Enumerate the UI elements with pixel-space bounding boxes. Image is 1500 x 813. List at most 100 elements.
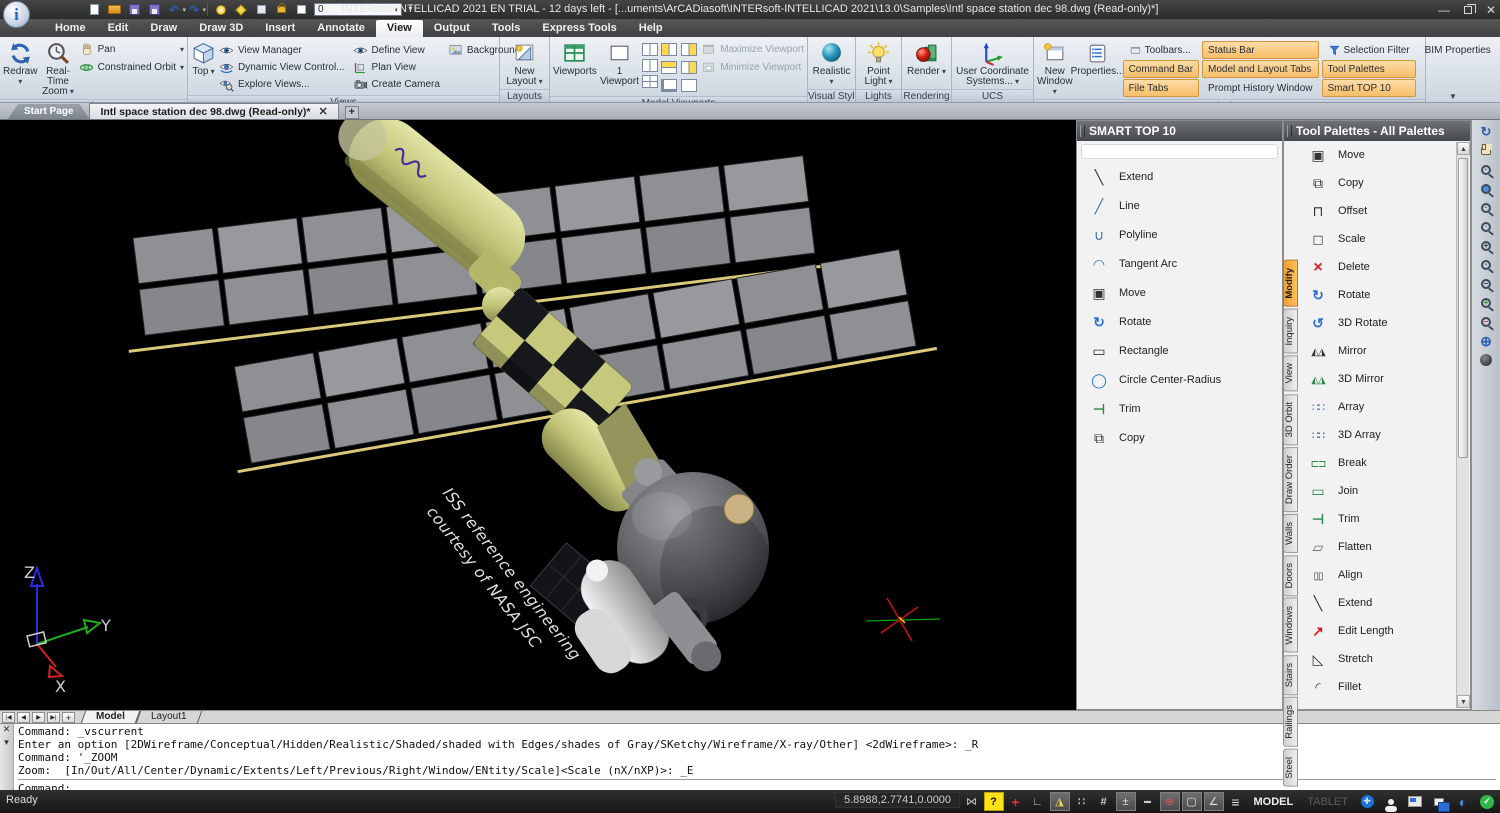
new-window-button[interactable]: New Window	[1037, 39, 1073, 97]
menu-tab[interactable]: Draw 3D	[188, 20, 254, 37]
bim-properties-button[interactable]: BIM Properties	[1419, 41, 1497, 59]
join-viewports-button[interactable]	[681, 61, 697, 74]
orbit-icon[interactable]	[1474, 350, 1498, 369]
plan-view-button[interactable]: Plan View	[353, 59, 440, 76]
smart-tool-item[interactable]: Polyline	[1077, 220, 1282, 249]
lwt-icon[interactable]	[1138, 792, 1158, 811]
palette-tool-item[interactable]: Move	[1300, 141, 1456, 169]
create-camera-button[interactable]: Create Camera	[353, 76, 440, 93]
ucs-toggle-icon[interactable]	[1160, 792, 1180, 811]
scrollbar-thumb[interactable]	[1458, 158, 1468, 458]
maximize-viewport-button[interactable]: Maximize Viewport	[701, 42, 804, 57]
toggle-model-layout-tabs[interactable]: Model and Layout Tabs	[1202, 60, 1318, 78]
save-as-icon[interactable]	[146, 2, 162, 17]
zoom-realtime-icon[interactable]	[1474, 160, 1498, 179]
palette-tool-item[interactable]: Stretch	[1300, 645, 1456, 673]
redraw-icon[interactable]	[1474, 122, 1498, 141]
prev-sheet-icon[interactable]: ◀	[17, 712, 30, 723]
palette-tool-item[interactable]: Array	[1300, 393, 1456, 421]
zoom-entity-icon[interactable]	[1474, 255, 1498, 274]
open-file-icon[interactable]	[106, 2, 122, 17]
tab-document[interactable]: Intl space station dec 98.dwg (Read-only…	[89, 103, 338, 119]
palette-tool-item[interactable]: Join	[1300, 477, 1456, 505]
join-viewports-button[interactable]	[661, 43, 677, 56]
crosshair-icon[interactable]	[1006, 792, 1026, 811]
new-sheet-icon[interactable]: +	[62, 712, 75, 723]
palette-tool-item[interactable]: Rotate	[1300, 281, 1456, 309]
palette-tool-item[interactable]: Mirror	[1300, 337, 1456, 365]
coordinates-display[interactable]: 5.8988,2.7741,0.0000	[835, 792, 960, 808]
toggle-status-bar[interactable]: Status Bar	[1202, 41, 1318, 59]
minimize-ribbon-button[interactable]: ▼	[1446, 92, 1460, 102]
join-viewports-button[interactable]	[681, 43, 697, 56]
snap-marker-icon[interactable]	[962, 792, 982, 811]
angle-icon[interactable]	[1204, 792, 1224, 811]
render-button[interactable]: Render	[905, 39, 948, 87]
smart-tool-item[interactable]: Copy	[1077, 423, 1282, 452]
zoom-center-icon[interactable]	[1474, 198, 1498, 217]
save-icon[interactable]	[126, 2, 142, 17]
polygonal-viewport-button[interactable]	[661, 79, 677, 92]
esnap-icon[interactable]	[1072, 792, 1092, 811]
menu-tab[interactable]: Edit	[97, 20, 140, 37]
menu-tab[interactable]: Express Tools	[531, 20, 627, 37]
redraw-button[interactable]: Redraw	[3, 39, 37, 97]
menu-tab[interactable]: Annotate	[306, 20, 376, 37]
dynamic-view-control-button[interactable]: Dynamic View Control...	[219, 59, 345, 76]
prompt-lines-icon[interactable]	[1226, 792, 1246, 811]
palette-tab[interactable]: Walls	[1283, 514, 1298, 553]
grid-icon[interactable]	[1094, 792, 1114, 811]
palette-tab[interactable]: Draw Order	[1283, 447, 1298, 512]
selection-filter-button[interactable]: Selection Filter	[1322, 41, 1416, 59]
tab-start-page[interactable]: Start Page	[8, 104, 89, 119]
model-space-button[interactable]: MODEL	[1248, 796, 1300, 808]
palette-tab[interactable]: 3D Orbit	[1283, 394, 1298, 445]
scroll-up-icon[interactable]: ▲	[1457, 142, 1470, 155]
next-sheet-icon[interactable]: ▶	[32, 712, 45, 723]
tablet-button[interactable]: TABLET	[1301, 796, 1354, 808]
zoom-in-icon[interactable]	[1474, 293, 1498, 312]
smart-top10-title[interactable]: SMART TOP 10	[1077, 121, 1282, 141]
one-viewport-button[interactable]: 1 Viewport	[600, 39, 640, 94]
top-view-button[interactable]: Top	[191, 39, 216, 93]
contrast-icon[interactable]	[1452, 792, 1474, 811]
chevron-down-icon[interactable]: ▾	[180, 63, 184, 72]
smart-tool-item[interactable]: Line	[1077, 191, 1282, 220]
palette-tool-item[interactable]: Delete	[1300, 253, 1456, 281]
palette-tab[interactable]: View	[1283, 355, 1298, 391]
close-button[interactable]: ✕	[1486, 4, 1496, 16]
user-icon[interactable]	[1380, 792, 1402, 811]
palette-tool-item[interactable]: Extend	[1300, 589, 1456, 617]
gear-icon[interactable]	[1356, 792, 1378, 811]
toggle-file-tabs[interactable]: File Tabs	[1123, 79, 1199, 97]
rectangular-viewport-button[interactable]	[681, 79, 697, 92]
smart-tool-item[interactable]: Move	[1077, 278, 1282, 307]
layer-on-icon[interactable]	[213, 2, 229, 17]
first-sheet-icon[interactable]: |◀	[2, 712, 15, 723]
toggle-prompt-history[interactable]: Prompt History Window	[1202, 79, 1318, 97]
menu-tab[interactable]: Insert	[254, 20, 306, 37]
define-view-button[interactable]: Define View	[353, 42, 440, 59]
pan-button[interactable]: Pan▾	[79, 42, 184, 57]
palette-tool-item[interactable]: 3D Mirror	[1300, 365, 1456, 393]
polar-icon[interactable]	[1050, 792, 1070, 811]
constrained-orbit-button[interactable]: Constrained Orbit▾	[79, 60, 184, 75]
ucs-button[interactable]: User Coordinate Systems...	[955, 39, 1030, 87]
palette-tool-item[interactable]: Trim	[1300, 505, 1456, 533]
zoom-extents-icon[interactable]	[1474, 331, 1498, 350]
palette-tool-item[interactable]: 3D Array	[1300, 421, 1456, 449]
toggle-smart-top10[interactable]: Smart TOP 10	[1322, 79, 1416, 97]
palette-tab[interactable]: Inquiry	[1283, 309, 1298, 354]
undo-icon[interactable]	[166, 2, 182, 17]
palette-tool-item[interactable]: Scale	[1300, 225, 1456, 253]
zoom-out-icon[interactable]	[1474, 312, 1498, 331]
smart-tool-item[interactable]: Rotate	[1077, 307, 1282, 336]
smart-tool-item[interactable]: Circle Center-Radius	[1077, 365, 1282, 394]
layer-brightness-icon[interactable]	[233, 2, 249, 17]
view-manager-button[interactable]: View Manager	[219, 42, 345, 59]
palette-tab[interactable]: Stairs	[1283, 655, 1298, 695]
last-sheet-icon[interactable]: ▶|	[47, 712, 60, 723]
ortho-icon[interactable]	[1028, 792, 1048, 811]
new-layout-button[interactable]: New Layout	[503, 39, 546, 87]
selection-preview-icon[interactable]	[1182, 792, 1202, 811]
